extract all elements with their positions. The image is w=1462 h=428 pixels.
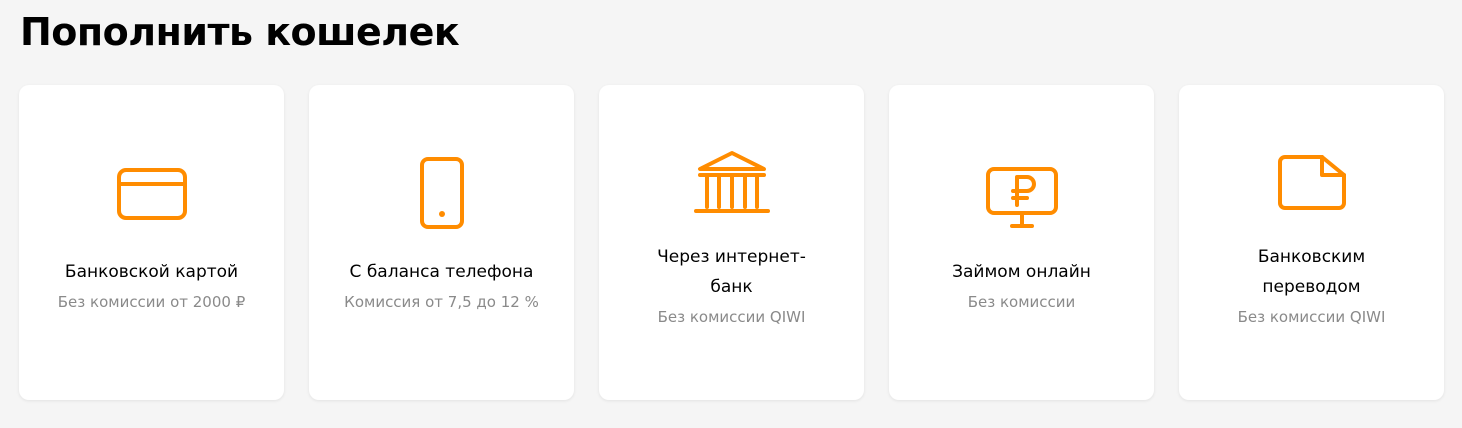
- card-subtitle: Без комиссии QIWI: [1237, 308, 1386, 326]
- topup-card-bank-transfer[interactable]: Банковским переводом Без комиссии QIWI: [1179, 85, 1444, 400]
- page-title: Пополнить кошелек: [20, 10, 460, 54]
- monitor-ruble-icon: [982, 155, 1062, 235]
- credit-card-icon: [112, 153, 192, 233]
- card-subtitle: Без комиссии от 2000 ₽: [57, 293, 246, 311]
- topup-card-phone-balance[interactable]: С баланса телефона Комиссия от 7,5 до 12…: [309, 85, 574, 400]
- card-title: Через интернет-банк: [657, 247, 806, 297]
- card-title: С баланса телефона: [349, 262, 534, 282]
- topup-methods-list: Банковской картой Без комиссии от 2000 ₽…: [19, 85, 1444, 400]
- card-subtitle: Без комиссии QIWI: [657, 308, 806, 326]
- mobile-phone-icon: [402, 153, 482, 233]
- bank-building-icon: [692, 145, 772, 225]
- card-title: Банковским переводом: [1257, 247, 1366, 297]
- topup-card-internet-bank[interactable]: Через интернет-банк Без комиссии QIWI: [599, 85, 864, 400]
- topup-card-bank-card[interactable]: Банковской картой Без комиссии от 2000 ₽: [19, 85, 284, 400]
- card-title: Займом онлайн: [952, 262, 1091, 282]
- document-transfer-icon: [1272, 143, 1352, 223]
- card-subtitle: Комиссия от 7,5 до 12 %: [344, 293, 539, 311]
- card-subtitle: Без комиссии: [967, 293, 1076, 311]
- topup-card-online-loan[interactable]: Займом онлайн Без комиссии: [889, 85, 1154, 400]
- card-title: Банковской картой: [64, 262, 239, 282]
